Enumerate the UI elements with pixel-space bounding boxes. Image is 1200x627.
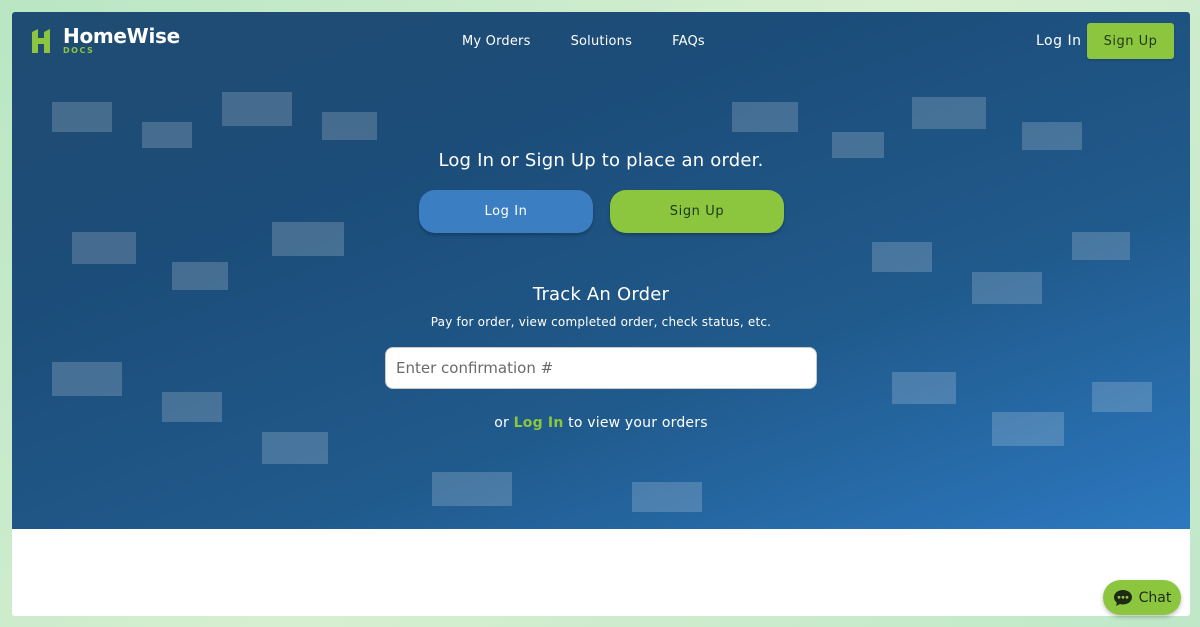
chat-bubble-icon <box>1113 589 1132 606</box>
hero-signup-button[interactable]: Sign Up <box>610 190 784 233</box>
logo-sub: DOCS <box>63 46 95 55</box>
chat-label: Chat <box>1138 589 1172 606</box>
track-order-title: Track An Order <box>532 284 670 305</box>
main-nav: My Orders Solutions FAQs <box>462 34 745 49</box>
neighborhood-background-image <box>52 92 1152 512</box>
view-orders-login-link[interactable]: Log In <box>514 415 564 431</box>
logo-name: HomeWise <box>63 24 180 48</box>
confirmation-number-input[interactable] <box>385 347 817 389</box>
header-signup-button[interactable]: Sign Up <box>1087 23 1174 59</box>
nav-faqs[interactable]: FAQs <box>672 34 705 49</box>
hero-section: HomeWise DOCS My Orders Solutions FAQs L… <box>12 12 1190 529</box>
order-prompt: Log In or Sign Up to place an order. <box>438 150 764 171</box>
chat-button[interactable]: Chat <box>1103 580 1181 615</box>
or-text: or <box>494 415 510 431</box>
view-orders-line: or Log In to view your orders <box>12 415 1190 431</box>
nav-solutions[interactable]: Solutions <box>571 34 633 49</box>
view-orders-text: to view your orders <box>568 415 708 431</box>
hero-login-button[interactable]: Log In <box>419 190 593 233</box>
header-login-link[interactable]: Log In <box>1036 33 1081 49</box>
track-order-subtitle: Pay for order, view completed order, che… <box>430 315 772 329</box>
house-logo-icon <box>32 28 50 53</box>
nav-my-orders[interactable]: My Orders <box>462 34 531 49</box>
browser-viewport: HomeWise DOCS My Orders Solutions FAQs L… <box>12 12 1190 616</box>
homewise-logo[interactable]: HomeWise DOCS <box>31 26 180 55</box>
